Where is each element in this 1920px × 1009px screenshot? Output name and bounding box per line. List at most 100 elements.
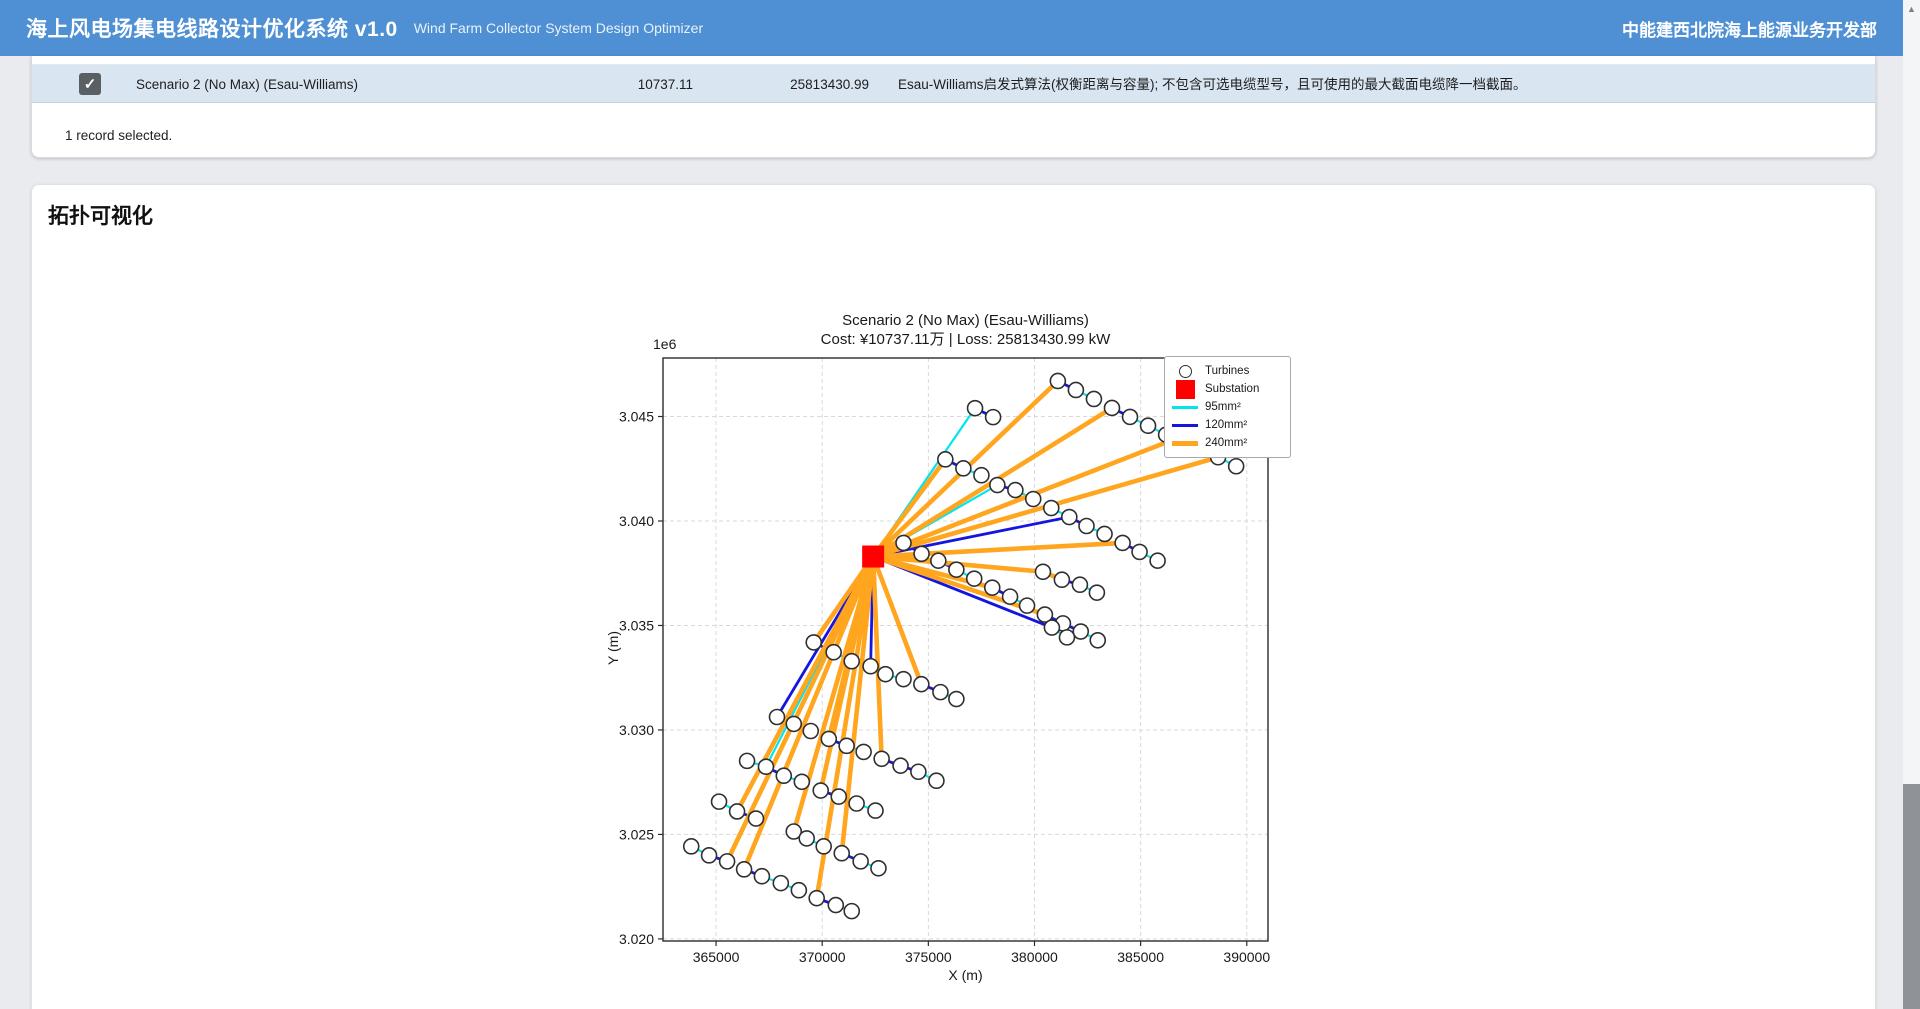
turbine-marker [1003,589,1018,604]
turbine-marker [856,744,871,759]
turbine-marker [1141,418,1156,433]
vertical-scrollbar[interactable]: ▲ [1903,0,1920,1009]
turbine-marker [844,904,859,919]
turbine-marker [1008,483,1023,498]
app-subtitle: Wind Farm Collector System Design Optimi… [414,20,703,36]
y-tick-label: 3.040 [619,513,654,529]
x-tick-label: 375000 [905,949,952,965]
substation-marker [862,546,884,568]
turbine-marker [874,751,889,766]
turbine-marker [730,804,745,819]
turbine-marker-icon [1172,365,1198,378]
scrollbar-up-arrow[interactable]: ▲ [1903,2,1920,16]
cable-240-line-icon [1172,441,1198,446]
turbine-marker [821,731,836,746]
checkmark-icon: ✓ [84,75,97,93]
turbine-marker [893,758,908,773]
turbine-marker [794,774,809,789]
turbine-marker [748,811,763,826]
turbine-marker [990,478,1005,493]
turbine-marker [949,562,964,577]
turbine-marker [986,410,1001,425]
turbine-marker [684,839,699,854]
turbine-marker [806,635,821,650]
turbine-marker [967,571,982,586]
turbine-marker [1072,577,1087,592]
turbine-marker [737,862,752,877]
cable-240mm2 [873,557,921,685]
turbine-marker [1097,526,1112,541]
y-tick-label: 3.025 [619,826,654,842]
x-tick-label: 385000 [1117,949,1164,965]
app-screen: 海上风电场集电线路设计优化系统 v1.0 Wind Farm Collector… [0,0,1920,1009]
legend-item-120mm: 120mm² [1172,416,1283,434]
turbine-marker [1090,633,1105,648]
y-tick-label: 3.030 [619,722,654,738]
turbine-marker [949,692,964,707]
y-tick-label: 3.035 [619,617,654,633]
turbine-marker [834,846,849,861]
turbine-marker [1132,544,1147,559]
legend-item-240mm: 240mm² [1172,434,1283,452]
chart-title-line1: Scenario 2 (No Max) (Esau-Williams) [663,311,1268,330]
results-table-card: ✓ Scenario 2 (No Max) (Esau-Williams) 10… [31,56,1876,158]
turbine-marker [863,659,878,674]
cable-95-line-icon [1172,406,1198,409]
turbine-marker [933,685,948,700]
turbine-marker [799,831,814,846]
app-header: 海上风电场集电线路设计优化系统 v1.0 Wind Farm Collector… [0,0,1903,56]
turbine-marker [740,753,755,768]
turbine-marker [868,803,883,818]
turbine-marker [839,738,854,753]
substation-marker-icon [1172,380,1198,399]
turbine-marker [878,667,893,682]
turbine-marker [1050,373,1065,388]
turbine-marker [1026,492,1041,507]
app-title: 海上风电场集电线路设计优化系统 v1.0 [26,13,398,43]
cable-120-line-icon [1172,424,1198,427]
description-cell: Esau-Williams启发式算法(权衡距离与容量); 不包含可选电缆型号，且… [898,65,1527,104]
turbine-marker [1054,572,1069,587]
turbine-marker [702,848,717,863]
table-row[interactable]: ✓ Scenario 2 (No Max) (Esau-Williams) 10… [32,64,1875,103]
cost-cell: 10737.11 [583,65,693,104]
scrollbar-thumb[interactable] [1903,784,1920,1009]
turbine-marker [828,898,843,913]
turbine-marker [773,876,788,891]
turbine-marker [803,723,818,738]
legend-item-substation: Substation [1172,380,1283,398]
turbine-marker [929,773,944,788]
scenario-name-cell: Scenario 2 (No Max) (Esau-Williams) [136,65,358,104]
turbine-marker [712,794,727,809]
turbine-marker [911,764,926,779]
turbine-marker [813,783,828,798]
turbine-marker [871,861,886,876]
turbine-marker [791,883,806,898]
turbine-marker [974,468,989,483]
chart-legend: Turbines Substation 95mm² 120mm² 240mm² [1164,356,1291,458]
turbine-marker [809,891,824,906]
turbine-marker [758,759,773,774]
turbine-marker [896,535,911,550]
legend-item-95mm: 95mm² [1172,398,1283,416]
turbine-marker [754,869,769,884]
turbine-marker [896,672,911,687]
x-tick-label: 365000 [693,949,740,965]
loss-cell: 25813430.99 [759,65,869,104]
turbine-marker [1068,382,1083,397]
turbine-marker [816,839,831,854]
y-tick-label: 3.020 [619,931,654,947]
turbine-marker [826,645,841,660]
turbine-marker [1079,519,1094,534]
turbine-marker [1020,598,1035,613]
y-tick-label: 3.045 [619,409,654,425]
turbine-marker [1044,620,1059,635]
cable-240mm2 [744,557,873,870]
turbine-marker [786,716,801,731]
selection-status: 1 record selected. [65,128,172,143]
section-title: 拓扑可视化 [48,200,153,230]
x-tick-label: 370000 [799,949,846,965]
cable-240mm2 [873,557,881,759]
turbine-marker [985,580,1000,595]
row-checkbox[interactable]: ✓ [79,73,101,95]
